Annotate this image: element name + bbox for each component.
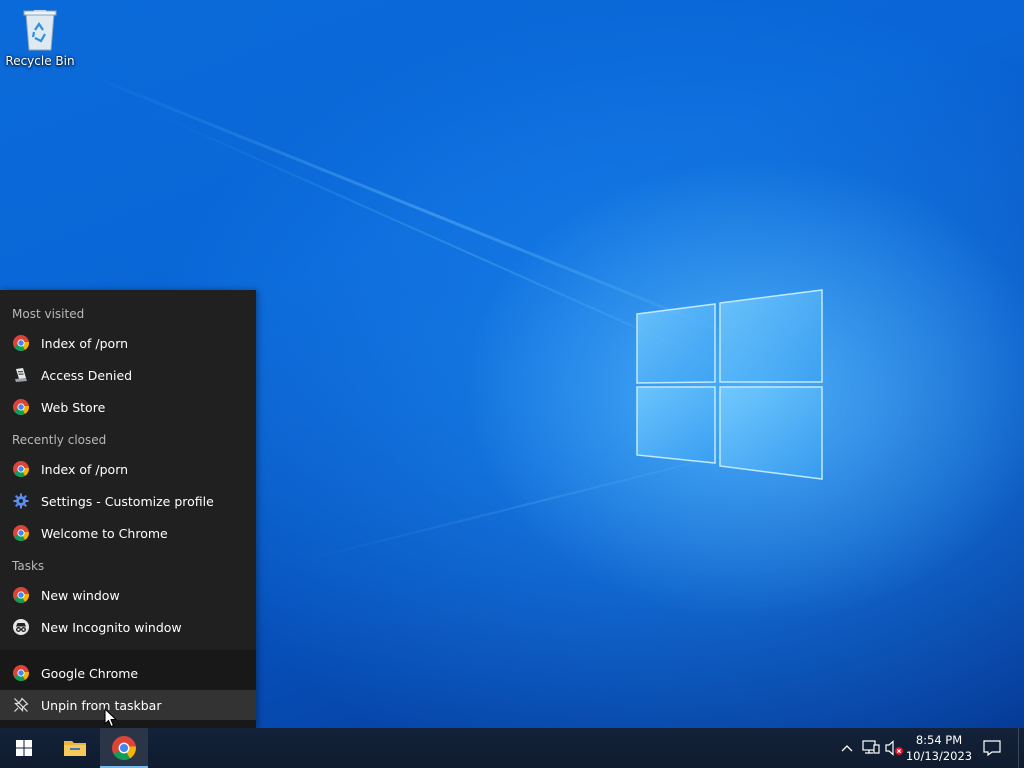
- network-icon: [862, 740, 880, 754]
- jumplist-item-label: Index of /porn: [41, 461, 129, 477]
- show-desktop-button[interactable]: [1018, 728, 1024, 768]
- jumplist-item-label: New window: [41, 587, 120, 603]
- section-tasks: Tasks: [12, 559, 45, 573]
- chrome-icon: [112, 736, 136, 760]
- chrome-taskbar-button[interactable]: [100, 728, 148, 768]
- windows-start-icon: [16, 740, 32, 756]
- taskbar: 8:54 PM 10/13/2023: [0, 728, 1024, 768]
- action-center-button[interactable]: [982, 738, 1002, 758]
- jumplist-item-label: Google Chrome: [41, 665, 139, 681]
- jumplist-item-most-visited-3[interactable]: Web Store: [0, 392, 256, 422]
- network-tray-button[interactable]: [861, 738, 881, 758]
- chrome-icon: [12, 334, 30, 352]
- recycle-bin-shortcut[interactable]: Recycle Bin: [4, 6, 76, 68]
- jumplist-item-label: Access Denied: [41, 367, 133, 383]
- recycle-bin-icon: [23, 10, 57, 51]
- show-hidden-icons-button[interactable]: [837, 738, 857, 758]
- jumplist-task-new-window[interactable]: New window: [0, 580, 256, 610]
- file-explorer-icon: [64, 741, 86, 756]
- recycle-bin-label: Recycle Bin: [5, 54, 75, 68]
- jumplist-item-label: Index of /porn: [41, 335, 129, 351]
- start-button[interactable]: [0, 728, 48, 768]
- clock-date: 10/13/2023: [905, 749, 973, 763]
- jumplist-item-label: New Incognito window: [41, 619, 182, 635]
- chrome-icon: [12, 398, 30, 416]
- incognito-icon: [12, 618, 30, 636]
- chrome-icon: [12, 664, 30, 682]
- jumplist-item-most-visited-2[interactable]: Access Denied: [0, 360, 256, 390]
- chrome-icon: [12, 586, 30, 604]
- page-icon: [12, 366, 30, 384]
- jumplist-item-label: Welcome to Chrome: [41, 525, 168, 541]
- jumplist-item-most-visited-1[interactable]: Index of /porn: [0, 328, 256, 358]
- chrome-icon: [12, 524, 30, 542]
- jumplist-task-new-incognito-window[interactable]: New Incognito window: [0, 612, 256, 642]
- unpin-icon: [12, 696, 30, 714]
- jumplist-app-actions: Google Chrome Unpin from taskbar: [0, 650, 256, 728]
- jumplist-item-recently-closed-3[interactable]: Welcome to Chrome: [0, 518, 256, 548]
- jumplist-item-recently-closed-1[interactable]: Index of /porn: [0, 454, 256, 484]
- file-explorer-button[interactable]: [51, 728, 99, 768]
- chevron-up-icon: [841, 745, 853, 752]
- jumplist-item-label: Web Store: [41, 399, 106, 415]
- jumplist-open-google-chrome[interactable]: Google Chrome: [0, 658, 256, 688]
- notification-icon: [983, 740, 1001, 756]
- jumplist-unpin-from-taskbar[interactable]: Unpin from taskbar: [0, 690, 256, 720]
- section-recently-closed: Recently closed: [12, 433, 107, 447]
- jumplist-item-label: Unpin from taskbar: [41, 697, 162, 713]
- clock-time: 8:54 PM: [915, 733, 963, 747]
- system-clock[interactable]: 8:54 PM 10/13/2023: [900, 731, 978, 765]
- gear-icon: [12, 492, 30, 510]
- jumplist-item-label: Settings - Customize profile: [41, 493, 214, 509]
- jumplist-item-recently-closed-2[interactable]: Settings - Customize profile: [0, 486, 256, 516]
- chrome-icon: [12, 460, 30, 478]
- section-most-visited: Most visited: [12, 307, 85, 321]
- chrome-jumplist: Most visited Index of /porn Access Denie…: [0, 290, 256, 728]
